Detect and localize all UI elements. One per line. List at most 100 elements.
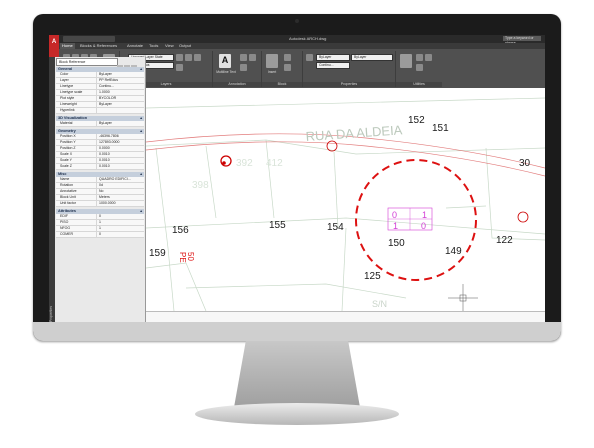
dimension-tool-icon[interactable] xyxy=(240,54,247,61)
property-key: Scale Y xyxy=(56,158,97,163)
lot-number: 122 xyxy=(496,235,513,246)
property-value[interactable]: 0.0000 xyxy=(97,146,144,151)
properties-section: 3D Visualization ▴ Material ByLayer xyxy=(56,116,144,127)
attribute-value: 0 xyxy=(392,210,397,220)
property-key: Color xyxy=(56,72,97,77)
property-value[interactable]: Meters xyxy=(97,195,144,200)
property-key: Layer xyxy=(56,78,97,83)
id-point-icon[interactable] xyxy=(425,54,432,61)
bottom-label: S/N xyxy=(372,299,387,309)
leader-tool-icon[interactable] xyxy=(249,54,256,61)
lot-number: 30 xyxy=(519,158,531,169)
property-value[interactable] xyxy=(97,108,144,113)
text-tool-icon[interactable]: A xyxy=(219,54,231,68)
hint-number: 392 xyxy=(236,158,253,169)
lot-number: 152 xyxy=(408,115,425,126)
property-value[interactable]: 1000.0000 xyxy=(97,201,144,206)
section-header[interactable]: Geometry ▴ xyxy=(56,129,144,134)
property-value[interactable]: 1 xyxy=(97,220,144,225)
property-key: Unit factor xyxy=(56,201,97,206)
property-key: NFOG xyxy=(56,226,97,231)
edit-block-icon[interactable] xyxy=(284,64,291,71)
property-value[interactable]: 0d xyxy=(97,183,144,188)
multiline-text-label: Multiline Text xyxy=(216,70,236,74)
insert-block-icon[interactable] xyxy=(266,54,278,68)
section-header[interactable]: Attributes ▴ xyxy=(56,209,144,214)
match-properties-icon[interactable] xyxy=(306,54,313,61)
utilities-group-label: Utilities xyxy=(396,82,442,87)
property-value[interactable]: PP RefEdus xyxy=(97,78,144,83)
property-value[interactable]: ByLayer xyxy=(97,102,144,107)
property-value[interactable]: 0 xyxy=(97,214,144,219)
section-header[interactable]: General ▴ xyxy=(56,67,144,72)
property-key: Position Z xyxy=(56,146,97,151)
search-input[interactable]: Type a keyword or phrase xyxy=(503,36,541,45)
layer-off-icon[interactable] xyxy=(176,64,183,71)
collapse-chevron-icon[interactable]: ▴ xyxy=(140,116,142,121)
quick-select-icon[interactable] xyxy=(416,64,423,71)
drawing-canvas[interactable]: 152 151 30 156 155 154 150 149 122 159 1… xyxy=(145,88,545,328)
table-tool-icon[interactable] xyxy=(240,64,247,71)
monitor-chin xyxy=(33,322,561,341)
property-value[interactable]: Continu... xyxy=(97,84,144,89)
properties-section: General ▴ Color ByLayer Layer PP RefEdus Linet… xyxy=(56,67,144,114)
property-value[interactable]: ByLayer xyxy=(97,72,144,77)
collapse-chevron-icon[interactable]: ▴ xyxy=(140,172,142,177)
property-row[interactable]: Hyperlink xyxy=(56,108,144,114)
property-row[interactable]: Material ByLayer xyxy=(56,121,144,127)
property-line xyxy=(485,147,545,241)
calculator-icon[interactable] xyxy=(416,54,423,61)
property-line xyxy=(341,227,347,312)
properties-palette: Properties Block Reference General ▴ Color… xyxy=(49,57,146,332)
quick-access-toolbar[interactable] xyxy=(63,36,115,42)
object-type-select[interactable]: Block Reference xyxy=(56,58,118,66)
property-key: COMER xyxy=(56,232,97,237)
layer-lock-icon[interactable] xyxy=(185,54,192,61)
property-row[interactable]: Scale Z 0.0010 xyxy=(56,164,144,170)
marker-circle[interactable] xyxy=(517,211,529,223)
layer-freeze-icon[interactable] xyxy=(176,54,183,61)
property-value[interactable]: BYCOLOR xyxy=(97,96,144,101)
ribbon-group-properties: ByLayer ByLayer Continu... Properties xyxy=(303,51,396,87)
property-line xyxy=(333,151,339,229)
property-key: Plot style xyxy=(56,96,97,101)
lot-number: 125 xyxy=(364,271,381,282)
property-value[interactable]: 0 xyxy=(97,232,144,237)
attribute-value: 0 xyxy=(421,221,426,231)
property-key: Rotation xyxy=(56,183,97,188)
property-value[interactable]: QUADRO EDIFICI... xyxy=(97,177,144,182)
create-block-icon[interactable] xyxy=(284,54,291,61)
property-value[interactable]: No xyxy=(97,189,144,194)
layer-isolate-icon[interactable] xyxy=(194,54,201,61)
property-line xyxy=(445,205,487,209)
section-header[interactable]: Misc ▴ xyxy=(56,172,144,177)
marker-circle[interactable] xyxy=(326,140,338,152)
palette-title-strip[interactable]: Properties xyxy=(49,57,55,332)
lot-number: 154 xyxy=(327,222,344,233)
linetype-dropdown[interactable]: ByLayer xyxy=(351,54,393,61)
application-menu-button[interactable]: A xyxy=(49,35,59,57)
color-dropdown[interactable]: ByLayer xyxy=(316,54,350,61)
lineweight-dropdown[interactable]: Continu... xyxy=(316,62,350,69)
property-value[interactable]: 1.0000 xyxy=(97,90,144,95)
measure-tool-icon[interactable] xyxy=(400,54,412,68)
property-row[interactable]: COMER 0 xyxy=(56,232,144,238)
monitor-base xyxy=(195,403,399,425)
section-header[interactable]: 3D Visualization ▴ xyxy=(56,116,144,121)
marker-circle[interactable] xyxy=(220,155,232,167)
property-value[interactable]: 1 xyxy=(97,226,144,231)
property-value[interactable]: 0.0010 xyxy=(97,152,144,157)
property-row[interactable]: Unit factor 1000.0000 xyxy=(56,201,144,207)
property-value[interactable]: 0.0010 xyxy=(97,164,144,169)
collapse-chevron-icon[interactable]: ▴ xyxy=(140,209,142,214)
property-line xyxy=(265,139,275,219)
property-value[interactable]: 0.0010 xyxy=(97,158,144,163)
property-value[interactable]: -46396.7806 xyxy=(97,134,144,139)
property-value[interactable]: 127893.0000 xyxy=(97,140,144,145)
property-line xyxy=(185,283,407,299)
property-value[interactable]: ByLayer xyxy=(97,121,144,126)
collapse-chevron-icon[interactable]: ▴ xyxy=(140,129,142,134)
collapse-chevron-icon[interactable]: ▴ xyxy=(140,67,142,72)
attribute-value: 1 xyxy=(422,210,427,220)
property-key: PISO xyxy=(56,220,97,225)
